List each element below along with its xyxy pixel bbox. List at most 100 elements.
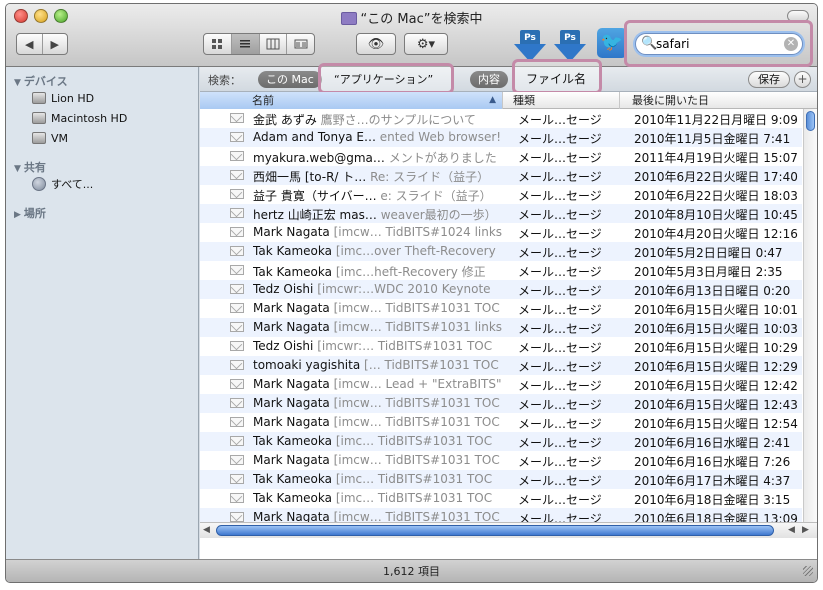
mail-message-icon [230,379,244,389]
table-row[interactable]: Mark Nagata [imcw… TidBITS#1031 TOC メール…セ… [200,299,802,318]
horizontal-scrollbar[interactable]: ◀ ◀ ▶ [200,522,817,538]
row-kind: メール…セージ [518,170,602,184]
table-row[interactable]: Tedz Oishi [imcwr:…WDC 2010 Keynote メール…セ… [200,280,802,299]
sidebar-item-lion-hd[interactable]: Lion HD [32,89,94,107]
table-row[interactable]: 西畑一馬 [to-R/ ト… Re: スライド（益子） メール…セージ 2010年6… [200,166,802,185]
coverflow-view-button[interactable] [287,34,314,54]
row-kind: メール…セージ [518,512,602,522]
vertical-scrollbar[interactable] [803,109,817,522]
row-name: Mark Nagata [imcw… TidBITS#1024 links [253,225,503,239]
column-view-icon [266,38,280,50]
forward-arrow-icon: ▶ [50,37,59,51]
back-arrow-icon: ◀ [25,37,34,51]
save-search-button[interactable]: 保存 [748,71,790,88]
mail-message-icon [230,227,244,237]
row-name: Tak Kameoka [imc… TidBITS#1031 TOC [253,434,493,448]
sidebar-section-places[interactable]: ▶ 場所 [14,205,46,221]
scroll-left-icon[interactable]: ◀ [788,525,795,535]
row-name: myakura.web@gma… メントがありました [253,151,497,165]
table-row[interactable]: Mark Nagata [imcw… TidBITS#1031 TOC メール…セ… [200,394,802,413]
column-header-last-opened[interactable]: 最後に開いた日 [620,92,817,109]
clear-search-icon[interactable]: ✕ [784,37,798,51]
action-menu-button[interactable]: ⚙▾ [404,33,448,55]
table-row[interactable]: 金武 あずみ 鷹野さ…のサンプルについて メール…セージ 2010年11月22日月曜… [200,109,802,128]
table-row[interactable]: hertz 山崎正宏 mas… weaver最初の一歩） メール…セージ 2010年… [200,204,802,223]
table-row[interactable]: Tak Kameoka [imc… TidBITS#1031 TOC メール…セー… [200,489,802,508]
table-row[interactable]: tomoaki yagishita [… TidBITS#1031 TOC メール… [200,356,802,375]
scope-filename[interactable]: ファイル名 [518,71,594,88]
table-row[interactable]: 益子 貴寛（サイバー… e: スライド（益子） メール…セージ 2010年6月22日… [200,185,802,204]
scope-applications[interactable]: “アプリケーション” [326,71,441,88]
row-date: 2010年6月13日日曜日 0:20 [634,284,791,298]
table-row[interactable]: Mark Nagata [imcw… TidBITS#1031 TOC メール…セ… [200,508,802,522]
list-view-button[interactable] [231,34,260,54]
forward-button[interactable]: ▶ [43,34,68,54]
table-row[interactable]: Adam and Tonya E… ented Web browser! メール…… [200,128,802,147]
eye-icon: 👁 [367,36,385,52]
column-view-button[interactable] [260,34,288,54]
row-name: Mark Nagata [imcw… Lead + "ExtraBITS" [253,377,502,391]
twitter-toolbar-item[interactable]: 🐦 [597,28,627,58]
row-kind: メール…セージ [518,284,602,298]
search-input[interactable] [656,36,776,52]
row-name: 益子 貴寛（サイバー… e: スライド（益子） [253,189,492,203]
sidebar-item-all-shared[interactable]: すべて... [32,175,93,193]
vertical-scroll-thumb[interactable] [806,111,815,131]
sidebar-item-macintosh-hd[interactable]: Macintosh HD [32,109,127,127]
mail-message-icon [230,170,244,180]
row-name: Mark Nagata [imcw… TidBITS#1031 TOC [253,415,500,429]
row-name: Tak Kameoka [imc…over Theft-Recovery [253,244,496,258]
scope-this-mac[interactable]: この Mac [258,71,322,88]
search-field[interactable]: 🔍 ✕ [635,33,803,55]
row-kind: メール…セージ [518,208,602,222]
search-scope-bar: 検索： この Mac “アプリケーション” 内容 ファイル名 保存 + [200,59,817,94]
back-forward-control: ◀ ▶ [16,33,68,55]
row-date: 2010年6月22日火曜日 18:03 [634,189,798,203]
finder-window: “この Mac”を検索中 ◀ ▶ 👁 ⚙▾ Ps Ps 🐦 🔍 safari ✕… [5,3,818,583]
row-kind: メール…セージ [518,151,602,165]
mail-message-icon [230,303,244,313]
icon-view-button[interactable] [204,34,232,54]
row-kind: メール…セージ [518,474,602,488]
mail-message-icon [230,455,244,465]
scroll-right-icon[interactable]: ▶ [802,525,809,535]
table-row[interactable]: Tak Kameoka [imc…heft-Recovery 修正 メール…セージ… [200,261,802,280]
table-row[interactable]: Mark Nagata [imcw… TidBITS#1024 links メール… [200,223,802,242]
row-name: Adam and Tonya E… ented Web browser! [253,130,502,144]
add-criteria-button[interactable]: + [794,71,811,88]
sidebar-section-devices[interactable]: ▼ デバイス [14,73,68,89]
row-kind: メール…セージ [518,322,602,336]
scroll-left-icon[interactable]: ◀ [203,525,210,535]
scope-contents[interactable]: 内容 [470,71,508,88]
row-date: 2010年11月22日月曜日 9:09 [634,113,798,127]
table-row[interactable]: Mark Nagata [imcw… TidBITS#1031 links メール… [200,318,802,337]
back-button[interactable]: ◀ [17,34,43,54]
mail-message-icon [230,113,244,123]
sidebar-item-vm[interactable]: VM [32,129,68,147]
row-date: 2010年6月18日金曜日 13:09 [634,512,798,522]
sort-ascending-icon: ▲ [489,95,496,105]
table-row[interactable]: Tedz Oishi [imcwr:… TidBITS#1031 TOC メール…… [200,337,802,356]
sidebar: ▼ デバイス Lion HD Macintosh HD VM ▼ 共有 すべて...… [6,67,199,559]
column-header-kind[interactable]: 種類 [503,92,620,109]
column-header-name[interactable]: 名前 ▲ [200,92,503,109]
table-row[interactable]: Tak Kameoka [imc… TidBITS#1031 TOC メール…セー… [200,432,802,451]
table-row[interactable]: Tak Kameoka [imc… TidBITS#1031 TOC メール…セー… [200,470,802,489]
table-row[interactable]: Mark Nagata [imcw… Lead + "ExtraBITS" メール… [200,375,802,394]
mail-message-icon [230,474,244,484]
twitter-bird-icon: 🐦 [600,32,624,53]
resize-grip-icon[interactable] [803,566,813,576]
results-pane: 検索： この Mac “アプリケーション” 内容 ファイル名 保存 + 名前 ▲… [200,59,817,559]
table-row[interactable]: Tak Kameoka [imc…over Theft-Recovery メール…… [200,242,802,261]
list-view-icon [240,40,251,48]
hard-disk-icon [32,92,46,104]
row-kind: メール…セージ [518,227,602,241]
quick-look-button[interactable]: 👁 [356,33,396,55]
status-bar: 1,612 項目 [6,559,817,582]
table-row[interactable]: myakura.web@gma… メントがありました メール…セージ 2011年4月… [200,147,802,166]
sidebar-section-shared[interactable]: ▼ 共有 [14,159,46,175]
search-highlight: 🔍 ✕ [624,20,813,67]
table-row[interactable]: Mark Nagata [imcw… TidBITS#1031 TOC メール…セ… [200,451,802,470]
horizontal-scroll-thumb[interactable] [216,525,774,536]
table-row[interactable]: Mark Nagata [imcw… TidBITS#1031 TOC メール…セ… [200,413,802,432]
